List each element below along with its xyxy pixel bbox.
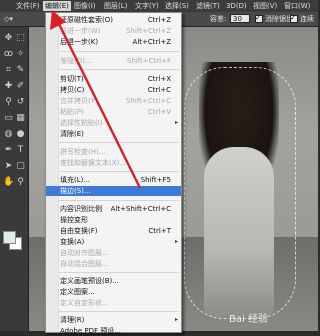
menu-item-puppet-warp[interactable]: 操控变形 (46, 215, 181, 225)
menu-item-auto-blend-layers[interactable]: 自动混合图层... (46, 259, 181, 269)
menu-item-undo[interactable]: 还原磁性套索(O) Ctrl+Z (46, 15, 181, 25)
menu-item-fade[interactable]: 渐隐(D)... Shift+Ctrl+F (46, 56, 181, 66)
eraser-tool-icon[interactable]: ▭ (3, 113, 14, 124)
menu-item-paste-special[interactable]: 选择性粘贴(I) ▸ (46, 118, 181, 128)
menu-item-copy-merged[interactable]: 合并拷贝(Y) Shift+Ctrl+C (46, 96, 181, 106)
menu-item-cut[interactable]: 剪切(T) Ctrl+X (46, 74, 181, 84)
menu-item-define-pattern[interactable]: 定义图案... (46, 287, 181, 297)
path-select-icon[interactable]: ➤ (3, 161, 14, 172)
menu-3d[interactable]: 3D(D) (226, 1, 247, 11)
antialias-checkbox[interactable]: 消除锯齿 (255, 13, 293, 24)
marquee-tool-icon[interactable]: ⬚ (15, 33, 26, 44)
menu-item-transform[interactable]: 变换(A) ▸ (46, 237, 181, 247)
menu-select[interactable]: 选择(S) (165, 1, 189, 11)
history-brush-icon[interactable]: ↺ (15, 97, 26, 108)
menu-separator (59, 171, 179, 172)
menu-separator (59, 200, 179, 201)
tolerance-label: 容差: (210, 15, 227, 23)
magic-wand-icon[interactable]: ✧ (15, 49, 26, 60)
menu-item-clear[interactable]: 清除(E) (46, 129, 181, 139)
menu-image[interactable]: 图像(I) (74, 1, 96, 11)
menu-item-free-transform[interactable]: 自由变换(F) Ctrl+T (46, 226, 181, 236)
foreground-color-swatch[interactable] (3, 231, 16, 244)
menu-item-step-backward[interactable]: 后退一步(K) Alt+Ctrl+Z (46, 37, 181, 47)
menu-item-fill[interactable]: 填充(L)... Shift+F5 (46, 175, 181, 185)
menu-layer[interactable]: 图层(L) (104, 1, 127, 11)
menu-type[interactable]: 文字(Y) (135, 1, 159, 11)
move-tool-icon[interactable]: ✥ (3, 33, 14, 44)
eyedropper-icon[interactable]: ✎ (15, 65, 26, 76)
shape-tool-icon[interactable]: ▢ (15, 161, 26, 172)
pen-tool-icon[interactable]: ✒ (3, 145, 14, 156)
menu-item-step-forward[interactable]: 前进一步(W) Shift+Ctrl+Z (46, 26, 181, 36)
menu-filter[interactable]: 滤镜(T) (196, 1, 220, 11)
menu-separator (59, 142, 179, 143)
tools-panel: ✥ ⬚ ꝏ ✧ ⌗ ✎ ✚ ✐ ⚲ ↺ ▭ ▦ ◍ ● ✒ T ➤ ▢ ✋ ⚲ (0, 27, 29, 331)
menu-separator (59, 272, 179, 273)
healing-brush-icon[interactable]: ✚ (3, 81, 14, 92)
contiguous-checkbox[interactable]: 连续 (290, 13, 314, 24)
type-tool-icon[interactable]: T (15, 145, 26, 156)
menu-item-pdf-presets[interactable]: Adobe PDF 预设... (46, 326, 181, 336)
menu-file[interactable]: 文件(F) (16, 1, 40, 11)
menu-item-spell-check[interactable]: 拼写检查(H)... (46, 147, 181, 157)
menu-separator (59, 51, 179, 52)
checkbox-icon (290, 13, 298, 23)
zoom-tool-icon[interactable]: ⚲ (15, 177, 26, 188)
tolerance-input[interactable]: 30 (230, 14, 250, 23)
hand-tool-icon[interactable]: ✋ (3, 177, 14, 188)
dodge-tool-icon[interactable]: ● (15, 129, 26, 140)
menu-item-content-aware-scale[interactable]: 内容识别比例 Alt+Shift+Ctrl+C (46, 204, 181, 214)
menu-window[interactable]: 窗口(W) (284, 1, 310, 11)
edit-menu-dropdown: 还原磁性套索(O) Ctrl+Z 前进一步(W) Shift+Ctrl+Z 后退一步… (45, 12, 182, 336)
watermark-text: Bai 经验 (229, 314, 268, 325)
gradient-tool-icon[interactable]: ▦ (15, 113, 26, 124)
menu-item-define-brush[interactable]: 定义画笔预设(B)... (46, 276, 181, 286)
contiguous-label: 连续 (300, 15, 314, 23)
menu-separator (59, 311, 179, 312)
menu-item-auto-align-layers[interactable]: 自动对齐图层... (46, 248, 181, 258)
lasso-tool-icon[interactable]: ꝏ (3, 49, 14, 60)
antialias-label: 消除锯齿 (265, 15, 293, 23)
menu-item-copy[interactable]: 拷贝(C) Ctrl+C (46, 85, 181, 95)
brush-tool-icon[interactable]: ✐ (15, 81, 26, 92)
menu-separator (59, 69, 179, 70)
stamp-tool-icon[interactable]: ⚲ (3, 97, 14, 108)
menu-item-purge[interactable]: 清理(R) ▸ (46, 315, 181, 325)
menu-item-paste[interactable]: 粘贴(P) Ctrl+V (46, 107, 181, 117)
menu-item-define-custom-shape[interactable]: 定义自定形状... (46, 298, 181, 308)
blur-tool-icon[interactable]: ◍ (3, 129, 14, 140)
menu-item-stroke[interactable]: 描边(S)... (46, 186, 181, 196)
tool-preset-icon[interactable]: ◇▾ (4, 14, 13, 24)
selection-marquee (184, 67, 296, 319)
crop-tool-icon[interactable]: ⌗ (3, 65, 14, 76)
menu-edit[interactable]: 编辑(E) (43, 1, 71, 11)
menu-item-find-replace[interactable]: 查找和替换文本(X)... (46, 158, 181, 168)
menu-view[interactable]: 视图(V) (253, 1, 277, 11)
checkbox-icon (255, 13, 263, 23)
